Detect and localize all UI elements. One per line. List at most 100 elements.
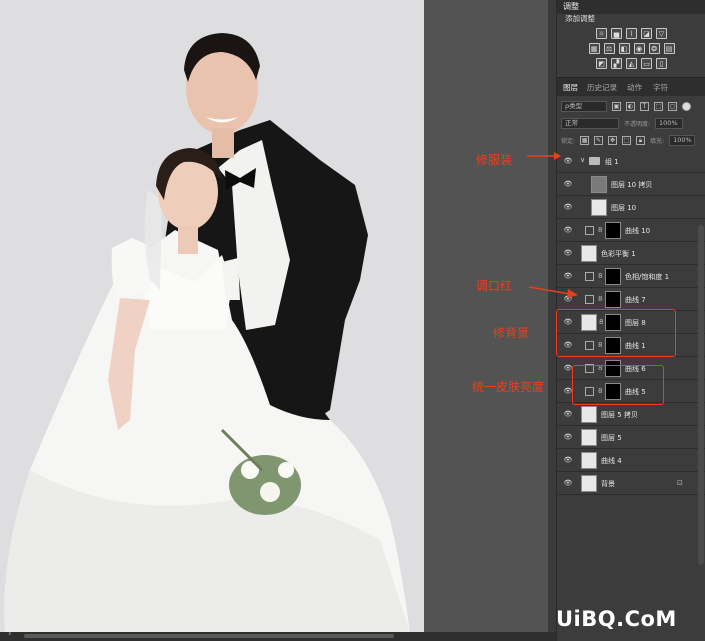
threshold-icon[interactable]: ◭ [626, 58, 637, 69]
layer-row-background[interactable]: 👁︎ 背景 ⊡ [557, 472, 705, 495]
layers-panel: 图层 历史记录 动作 字符 ρ类型 ▣ ◐ T ⬚ ▢ 正常 不透明度: 100… [557, 78, 705, 641]
layer-row[interactable]: 👁︎ 8 曲线 10 [557, 219, 705, 242]
lock-all-icon[interactable]: 🔒︎ [636, 136, 646, 145]
lock-label: 锁定: [561, 138, 576, 145]
layer-thumbnail [581, 475, 597, 492]
canvas-horizontal-scrollbar[interactable] [24, 634, 394, 638]
hue-saturation-adjustment-icon [585, 272, 594, 281]
layer-row[interactable]: 👁︎ 图层 5 [557, 426, 705, 449]
visibility-eye-icon[interactable]: 👁︎ [563, 203, 573, 212]
blend-mode-select[interactable]: 正常 [561, 118, 619, 129]
tab-adjustments[interactable]: 调整 [563, 0, 579, 14]
layers-tabbar: 图层 历史记录 动作 字符 [557, 78, 705, 96]
gradient-map-icon[interactable]: ▭ [641, 58, 652, 69]
lock-icon: ⊡ [677, 479, 683, 487]
layer-row[interactable]: 👁︎ 图层 10 拷贝 [557, 173, 705, 196]
layer-thumbnail [581, 406, 597, 423]
link-icon: 8 [598, 272, 603, 280]
lock-transparent-icon[interactable]: ▦ [580, 136, 590, 145]
layer-row[interactable]: 👁︎ 色彩平衡 1 [557, 242, 705, 265]
tab-character[interactable]: 字符 [653, 82, 668, 93]
adjustments-row-2: ▦ ⚖ ◧ ◉ ❂ ▤ [557, 43, 705, 54]
layer-name: 图层 10 [611, 204, 637, 212]
layer-name: 背景 [601, 480, 615, 488]
adjustments-row-3: ◩ ▞ ◭ ▭ ▯ [557, 58, 705, 69]
posterize-icon[interactable]: ▞ [611, 58, 622, 69]
blend-row: 正常 不透明度: 100% [561, 117, 702, 130]
layers-scrollbar[interactable] [698, 225, 704, 565]
layer-name: 曲线 7 [625, 296, 646, 304]
exposure-icon[interactable]: ◪ [641, 28, 652, 39]
fill-label: 填充: [650, 138, 665, 145]
annotation-background: 修背景 [493, 326, 530, 340]
lock-artboard-icon[interactable]: ⬚ [622, 136, 632, 145]
adjustments-row-1: ☼ ▅ ⌇ ◪ ▽ [557, 28, 705, 39]
brightness-icon[interactable]: ☼ [596, 28, 607, 39]
annotation-skin: 统一皮肤亮度 [472, 380, 545, 394]
filter-type-icon[interactable]: T [640, 102, 649, 111]
visibility-eye-icon[interactable]: 👁︎ [563, 180, 573, 189]
photo-illustration [0, 0, 424, 632]
filter-shape-icon[interactable]: ⬚ [654, 102, 663, 111]
lock-position-icon[interactable]: ✥ [608, 136, 618, 145]
layer-mask-thumbnail[interactable] [605, 291, 621, 308]
visibility-eye-icon[interactable]: 👁︎ [563, 433, 573, 442]
layer-row[interactable]: 👁︎ 曲线 4 [557, 449, 705, 472]
curves-icon[interactable]: ⌇ [626, 28, 637, 39]
visibility-eye-icon[interactable]: 👁︎ [563, 157, 573, 166]
filter-adjustment-icon[interactable]: ◐ [626, 102, 635, 111]
chevron-down-icon[interactable]: ∨ [580, 156, 585, 164]
visibility-eye-icon[interactable]: 👁︎ [563, 456, 573, 465]
arrow-icon [528, 286, 578, 298]
layer-name: 图层 10 拷贝 [611, 181, 653, 189]
layer-name: 曲线 4 [601, 457, 622, 465]
filter-smart-icon[interactable]: ▢ [668, 102, 677, 111]
filter-pixel-icon[interactable]: ▣ [612, 102, 621, 111]
wedding-photo[interactable] [0, 0, 424, 632]
layer-row[interactable]: 👁︎ 图层 10 [557, 196, 705, 219]
invert-icon[interactable]: ◩ [596, 58, 607, 69]
selective-color-icon[interactable]: ▯ [656, 58, 667, 69]
color-balance-icon[interactable]: ⚖ [603, 43, 615, 54]
layer-name: 色相/饱和度 1 [625, 273, 670, 281]
vibrance-icon[interactable]: ▽ [656, 28, 667, 39]
arrow-icon [527, 152, 561, 160]
annotation-clothes: 修服装 [476, 153, 513, 167]
layer-filter-row: ρ类型 ▣ ◐ T ⬚ ▢ [561, 100, 702, 113]
layer-thumbnail [591, 176, 607, 193]
canvas-area[interactable] [0, 0, 548, 632]
visibility-eye-icon[interactable]: 👁︎ [563, 272, 573, 281]
channel-mixer-icon[interactable]: ❂ [648, 43, 660, 54]
visibility-eye-icon[interactable]: 👁︎ [563, 226, 573, 235]
layer-filter-select[interactable]: ρ类型 [561, 101, 607, 112]
fill-input[interactable]: 100% [669, 135, 696, 146]
layer-name: 组 1 [605, 158, 619, 166]
visibility-eye-icon[interactable]: 👁︎ [563, 249, 573, 258]
folder-icon [589, 157, 600, 165]
tab-history[interactable]: 历史记录 [587, 82, 617, 93]
tab-actions[interactable]: 动作 [627, 82, 642, 93]
status-arrow-icon[interactable]: › [8, 629, 12, 639]
layer-row[interactable]: 👁︎ 图层 5 拷贝 [557, 403, 705, 426]
visibility-eye-icon[interactable]: 👁︎ [563, 410, 573, 419]
levels-icon[interactable]: ▅ [611, 28, 622, 39]
layer-name: 图层 5 [601, 434, 622, 442]
opacity-input[interactable]: 100% [655, 118, 684, 129]
tab-layers[interactable]: 图层 [563, 82, 578, 93]
highlight-box-background [556, 309, 676, 357]
hue-saturation-icon[interactable]: ▦ [588, 43, 600, 54]
visibility-eye-icon[interactable]: 👁︎ [563, 479, 573, 488]
layer-mask-thumbnail[interactable] [605, 268, 621, 285]
color-lookup-icon[interactable]: ▤ [663, 43, 675, 54]
lock-pixels-icon[interactable]: ✎ [594, 136, 604, 145]
layer-row-group-1[interactable]: 👁︎ ∨ 组 1 [557, 150, 705, 173]
curves-adjustment-icon [585, 226, 594, 235]
filter-toggle-icon[interactable] [682, 102, 691, 111]
adjustments-tabbar: 调整 [557, 0, 705, 14]
photo-filter-icon[interactable]: ◉ [633, 43, 645, 54]
opacity-label: 不透明度: [624, 121, 651, 128]
watermark-logo: UiBQ.CoM [556, 607, 677, 631]
black-white-icon[interactable]: ◧ [618, 43, 630, 54]
layer-mask-thumbnail[interactable] [605, 222, 621, 239]
layer-thumbnail [581, 452, 597, 469]
